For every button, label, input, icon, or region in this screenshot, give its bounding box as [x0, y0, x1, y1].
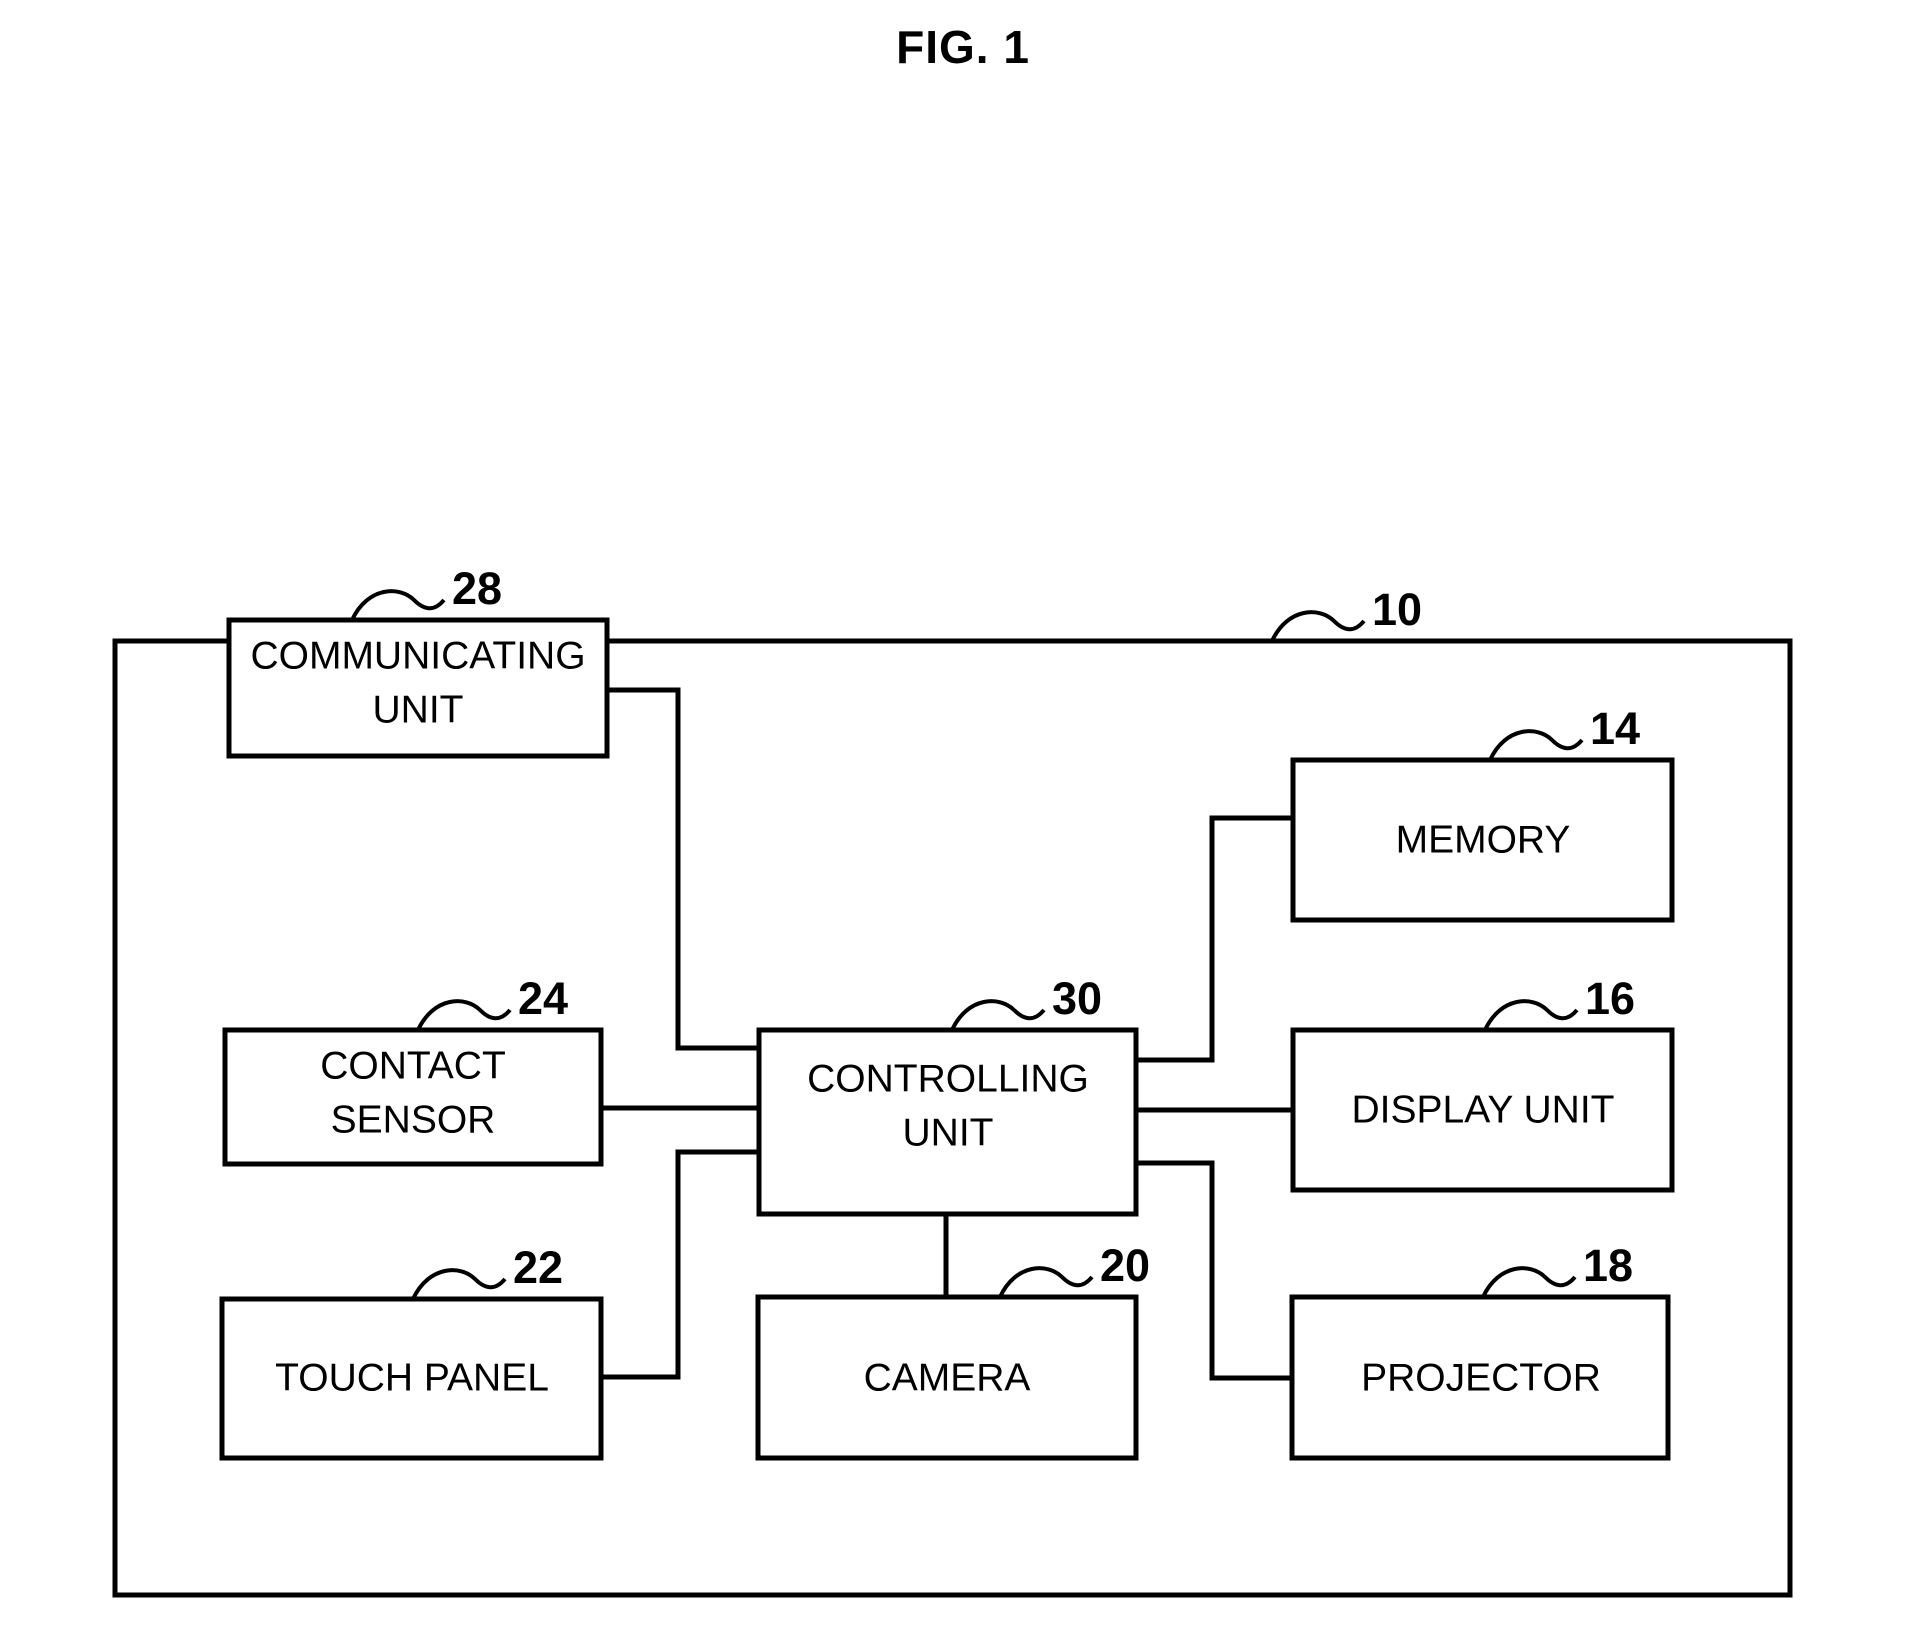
leader-squiggle-10 — [1270, 610, 1366, 642]
leader-squiggle-28 — [350, 589, 446, 621]
outer-device-reference: 10 — [1270, 584, 1422, 642]
leader-squiggle-16 — [1483, 999, 1579, 1031]
block-projector-label-line1: PROJECTOR — [1361, 1356, 1601, 1399]
block-projector[interactable]: PROJECTOR 18 — [1289, 1240, 1671, 1461]
reference-number-30: 30 — [1052, 973, 1102, 1024]
block-touch-panel-label-line1: TOUCH PANEL — [275, 1356, 549, 1399]
reference-number-10: 10 — [1372, 584, 1422, 635]
block-contact-sensor-label-line2: SENSOR — [331, 1098, 496, 1141]
leader-squiggle-14 — [1488, 729, 1584, 761]
block-controlling-unit[interactable]: CONTROLLING UNIT 30 — [756, 973, 1139, 1217]
block-controlling-unit-label-line1: CONTROLLING — [807, 1057, 1089, 1100]
block-controlling-unit-label-line2: UNIT — [903, 1111, 994, 1154]
leader-squiggle-22 — [411, 1268, 507, 1300]
reference-number-18: 18 — [1583, 1240, 1633, 1291]
block-communicating-unit[interactable]: COMMUNICATING UNIT 28 — [226, 563, 610, 759]
block-touch-panel[interactable]: TOUCH PANEL 22 — [219, 1242, 604, 1461]
block-memory-label-line1: MEMORY — [1396, 818, 1571, 861]
block-communicating-unit-label-line2: UNIT — [373, 688, 464, 731]
leader-squiggle-30 — [950, 999, 1046, 1031]
connector-touch-panel-to-controlling-unit — [601, 1149, 759, 1380]
block-camera[interactable]: CAMERA 20 — [755, 1240, 1150, 1461]
block-communicating-unit-label-line1: COMMUNICATING — [250, 634, 585, 677]
reference-number-20: 20 — [1100, 1240, 1150, 1291]
block-diagram: COMMUNICATING UNIT 28 CONTACT SENSOR 24 … — [112, 563, 1793, 1598]
reference-number-22: 22 — [513, 1242, 563, 1293]
connector-controlling-unit-to-projector — [1136, 1160, 1292, 1381]
block-camera-label-line1: CAMERA — [864, 1356, 1031, 1399]
block-contact-sensor[interactable]: CONTACT SENSOR 24 — [222, 973, 604, 1167]
leader-squiggle-18 — [1481, 1266, 1577, 1298]
block-memory[interactable]: MEMORY 14 — [1290, 703, 1675, 923]
reference-number-24: 24 — [518, 973, 568, 1024]
leader-squiggle-20 — [998, 1266, 1094, 1298]
leader-squiggle-24 — [416, 999, 512, 1031]
block-display-unit-label-line1: DISPLAY UNIT — [1352, 1088, 1615, 1131]
block-contact-sensor-label-line1: CONTACT — [320, 1044, 506, 1087]
connector-controlling-unit-to-memory — [1136, 815, 1293, 1063]
reference-number-28: 28 — [452, 563, 502, 614]
reference-number-16: 16 — [1585, 973, 1635, 1024]
reference-number-14: 14 — [1590, 703, 1640, 754]
block-display-unit[interactable]: DISPLAY UNIT 16 — [1290, 973, 1675, 1193]
connector-communicating-unit-to-controlling-unit — [607, 687, 759, 1051]
